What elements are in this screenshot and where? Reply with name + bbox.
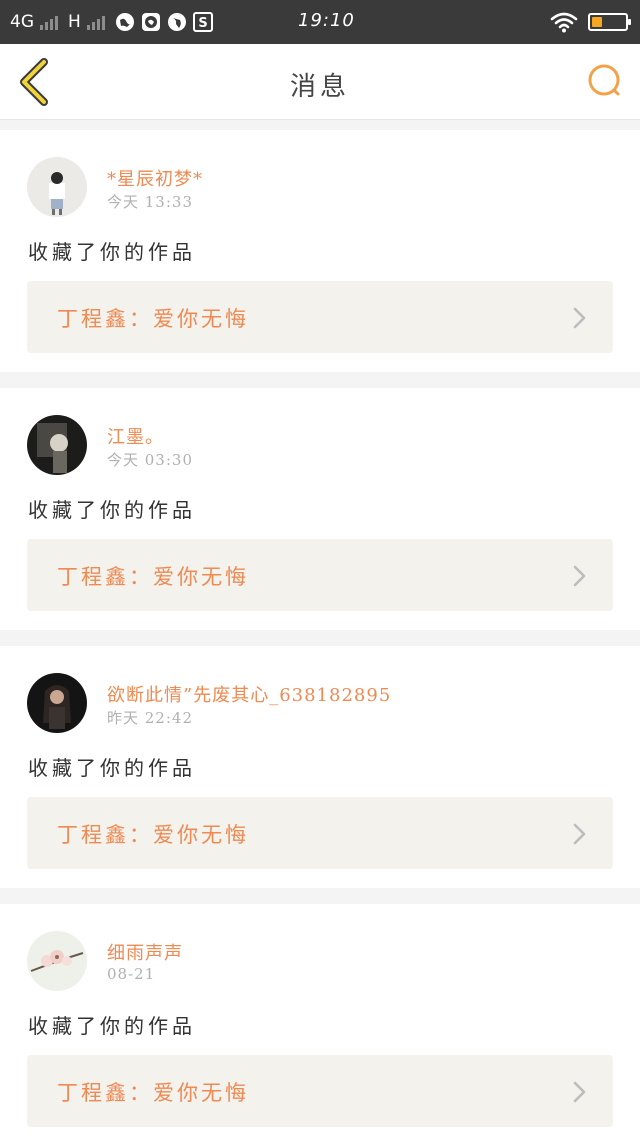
username[interactable]: 江墨。 [107,423,164,449]
work-title: 丁程鑫：爱你无悔 [57,565,249,589]
battery-level [592,17,602,27]
user-photo-icon [27,415,87,475]
nav-bar: 消息 [0,44,640,120]
network-type-2: H [68,12,81,32]
s-app-icon: S [192,12,213,32]
action-text: 收藏了你的作品 [28,1014,196,1038]
signal-icon-2 [86,14,105,30]
message-card: 欲断此情”先废其心_638182895 昨天 22:42 收藏了你的作品 丁程鑫… [0,646,640,888]
network-type: 4G [10,12,34,32]
globe-icon [167,13,186,31]
chevron-right-icon [573,307,586,329]
search-button[interactable] [586,62,624,100]
app-icon [141,13,160,31]
avatar[interactable] [27,673,87,733]
work-title: 丁程鑫：爱你无悔 [57,823,249,847]
page-title: 消息 [289,72,350,102]
search-icon [588,64,620,96]
work-link[interactable]: 丁程鑫：爱你无悔 [27,539,613,611]
wifi-icon [550,12,578,33]
timestamp: 昨天 22:42 [107,709,193,727]
avatar[interactable] [27,931,87,991]
status-left: 4G H S [10,10,213,34]
message-card: *星辰初梦* 今天 13:33 收藏了你的作品 丁程鑫：爱你无悔 [0,130,640,372]
browser-icon [115,13,134,31]
user-photo-icon [27,931,87,991]
svg-text:S: S [198,16,207,31]
chevron-right-icon [573,823,586,845]
battery-icon [588,13,631,31]
work-link[interactable]: 丁程鑫：爱你无悔 [27,281,613,353]
avatar[interactable] [27,157,87,217]
status-bar: 4G H S 19:10 [0,0,640,44]
action-text: 收藏了你的作品 [28,756,196,780]
username[interactable]: 欲断此情”先废其心_638182895 [107,681,391,707]
username[interactable]: *星辰初梦* [107,165,203,191]
message-card: 细雨声声 08-21 收藏了你的作品 丁程鑫：爱你无悔 [0,904,640,1146]
user-photo-icon [27,673,87,733]
status-right [550,10,631,34]
work-link[interactable]: 丁程鑫：爱你无悔 [27,1055,613,1127]
work-title: 丁程鑫：爱你无悔 [57,1081,249,1105]
timestamp: 08-21 [107,965,156,983]
avatar[interactable] [27,415,87,475]
action-text: 收藏了你的作品 [28,240,196,264]
chevron-right-icon [573,1081,586,1103]
work-link[interactable]: 丁程鑫：爱你无悔 [27,797,613,869]
work-title: 丁程鑫：爱你无悔 [57,307,249,331]
action-text: 收藏了你的作品 [28,498,196,522]
timestamp: 今天 13:33 [107,193,193,211]
message-card: 江墨。 今天 03:30 收藏了你的作品 丁程鑫：爱你无悔 [0,388,640,630]
signal-icon [40,14,58,30]
timestamp: 今天 03:30 [107,451,193,469]
chevron-right-icon [573,565,586,587]
clock: 19:10 [298,10,355,31]
user-photo-icon [27,157,87,217]
username[interactable]: 细雨声声 [107,939,183,965]
